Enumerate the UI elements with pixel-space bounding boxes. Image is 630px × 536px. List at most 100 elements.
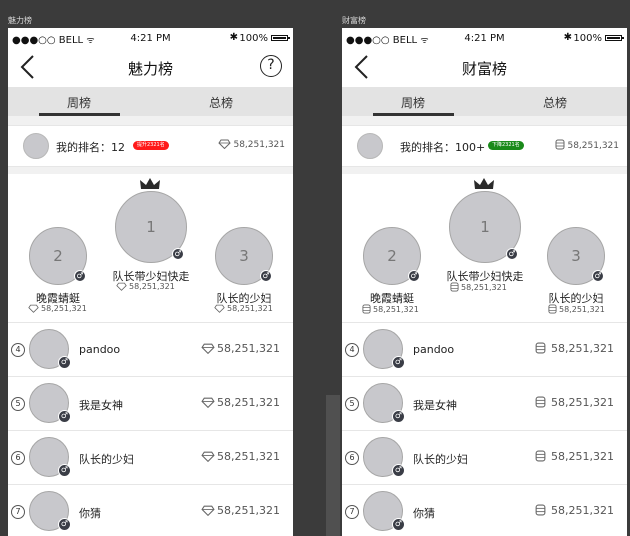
divider: [342, 167, 627, 174]
user-name: 我是女神: [413, 399, 457, 412]
tab-weekly[interactable]: 周榜: [342, 94, 484, 111]
male-icon: ♂: [392, 464, 405, 477]
list-item[interactable]: 4 ♂ pandoo 58,251,321: [342, 322, 627, 376]
tab-bar: 周榜 总榜: [342, 87, 627, 116]
list-item[interactable]: 7 ♂ 你猜 58,251,321: [342, 484, 627, 536]
user-name: pandoo: [413, 343, 455, 356]
diamond-icon: [28, 304, 39, 313]
my-rank-row: 我的排名：100+ 下降2321名 58,251,321: [342, 125, 627, 167]
user-score: 58,251,321: [201, 342, 280, 355]
user-score: 58,251,321: [201, 450, 280, 463]
list-item[interactable]: 5 ♂ 我是女神 58,251,321: [8, 376, 293, 430]
rank-number: 7: [11, 505, 25, 519]
canvas-scrollbar[interactable]: [326, 395, 340, 536]
list-item[interactable]: 4 ♂ pandoo 58,251,321: [8, 322, 293, 376]
nav-bar: 财富榜: [342, 48, 627, 86]
coin-stack-icon: [535, 342, 545, 354]
diamond-icon: [218, 139, 232, 149]
bluetooth-icon: ✱: [229, 32, 238, 43]
user-score: 58,251,321: [201, 396, 280, 409]
bluetooth-icon: ✱: [563, 32, 572, 43]
list-item[interactable]: 6 ♂ 队长的少妇 58,251,321: [8, 430, 293, 484]
coin-stack-icon: [535, 450, 545, 462]
list-item[interactable]: 7 ♂ 你猜 58,251,321: [8, 484, 293, 536]
rank-number: 5: [11, 397, 25, 411]
divider: [8, 167, 293, 174]
page-title: 魅力榜: [127, 60, 173, 78]
user-name: 队长的少妇: [79, 453, 134, 466]
list-item[interactable]: 5 ♂ 我是女神 58,251,321: [342, 376, 627, 430]
nav-bar: 魅力榜 ?: [8, 48, 293, 86]
user-score: 58,251,321: [535, 450, 614, 463]
user-name: 你猜: [79, 507, 101, 520]
help-icon[interactable]: ?: [260, 55, 282, 77]
tab-total[interactable]: 总榜: [150, 94, 292, 111]
my-avatar: [23, 133, 49, 159]
coin-stack-icon: [535, 504, 545, 516]
diamond-icon: [214, 304, 225, 313]
page-title: 财富榜: [461, 60, 507, 78]
podium-score-3: 58,251,321: [548, 304, 605, 314]
my-rank-score: 58,251,321: [555, 139, 619, 151]
list-item[interactable]: 6 ♂ 队长的少妇 58,251,321: [342, 430, 627, 484]
user-name: 你猜: [413, 507, 435, 520]
male-icon: ♂: [506, 248, 518, 260]
tab-weekly[interactable]: 周榜: [8, 94, 150, 111]
coin-stack-icon: [450, 282, 459, 292]
rank-number: 6: [11, 451, 25, 465]
crown-icon: [140, 178, 160, 189]
coin-stack-icon: [548, 304, 557, 314]
crown-icon: [474, 178, 494, 189]
coin-stack-icon: [362, 304, 371, 314]
status-bar: ●●●○○ BELL ᯤ 4:21 PM ✱ 100%: [8, 28, 293, 48]
my-rank-label: 我的排名：100+: [400, 141, 486, 154]
male-icon: ♂: [58, 410, 71, 423]
diamond-icon: [201, 343, 215, 354]
coin-stack-icon: [555, 139, 565, 150]
phone-screen-charm: ●●●○○ BELL ᯤ 4:21 PM ✱ 100% 魅力榜 ? 周榜 总榜 …: [8, 28, 293, 536]
male-icon: ♂: [58, 518, 71, 531]
user-name: 队长的少妇: [413, 453, 468, 466]
artboard-label: 财富榜: [342, 16, 366, 25]
male-icon: ♂: [592, 270, 604, 282]
battery-percent: 100%: [573, 33, 602, 44]
diamond-icon: [201, 397, 215, 408]
rank-number: 7: [345, 505, 359, 519]
male-icon: ♂: [392, 410, 405, 423]
tab-bar: 周榜 总榜: [8, 87, 293, 116]
rank-number: 4: [345, 343, 359, 357]
status-bar: ●●●○○ BELL ᯤ 4:21 PM ✱ 100%: [342, 28, 627, 48]
male-icon: ♂: [392, 356, 405, 369]
rank-number: 6: [345, 451, 359, 465]
tab-total[interactable]: 总榜: [484, 94, 626, 111]
podium-score-1: 58,251,321: [116, 282, 175, 291]
my-rank-score: 58,251,321: [218, 139, 285, 150]
rank-change-badge: 提升2321名: [133, 141, 169, 150]
male-icon: ♂: [58, 356, 71, 369]
user-score: 58,251,321: [535, 342, 614, 355]
podium-score-1: 58,251,321: [450, 282, 507, 292]
user-name: 我是女神: [79, 399, 123, 412]
male-icon: ♂: [260, 270, 272, 282]
my-rank-row: 我的排名：12 提升2321名 58,251,321: [8, 125, 293, 167]
battery-icon: [605, 35, 624, 41]
user-score: 58,251,321: [201, 504, 280, 517]
rank-change-badge: 下降2321名: [488, 141, 524, 150]
diamond-icon: [201, 451, 215, 462]
male-icon: ♂: [172, 248, 184, 260]
male-icon: ♂: [408, 270, 420, 282]
podium-score-3: 58,251,321: [214, 304, 273, 313]
top-three-podium: 1 ♂ 队长带少妇快走 58,251,321 2 ♂ 晚霞蜻蜓 58,251,3…: [8, 174, 293, 322]
rank-number: 4: [11, 343, 25, 357]
phone-screen-wealth: ●●●○○ BELL ᯤ 4:21 PM ✱ 100% 财富榜 周榜 总榜 我的…: [342, 28, 627, 536]
artboard-label: 魅力榜: [8, 16, 32, 25]
top-three-podium: 1 ♂ 队长带少妇快走 58,251,321 2 ♂ 晚霞蜻蜓 58,251,3…: [342, 174, 627, 322]
podium-score-2: 58,251,321: [28, 304, 87, 313]
diamond-icon: [116, 282, 127, 291]
user-score: 58,251,321: [535, 396, 614, 409]
battery-icon: [271, 35, 290, 41]
user-name: pandoo: [79, 343, 121, 356]
user-score: 58,251,321: [535, 504, 614, 517]
my-rank-label: 我的排名：12: [56, 141, 125, 154]
male-icon: ♂: [58, 464, 71, 477]
